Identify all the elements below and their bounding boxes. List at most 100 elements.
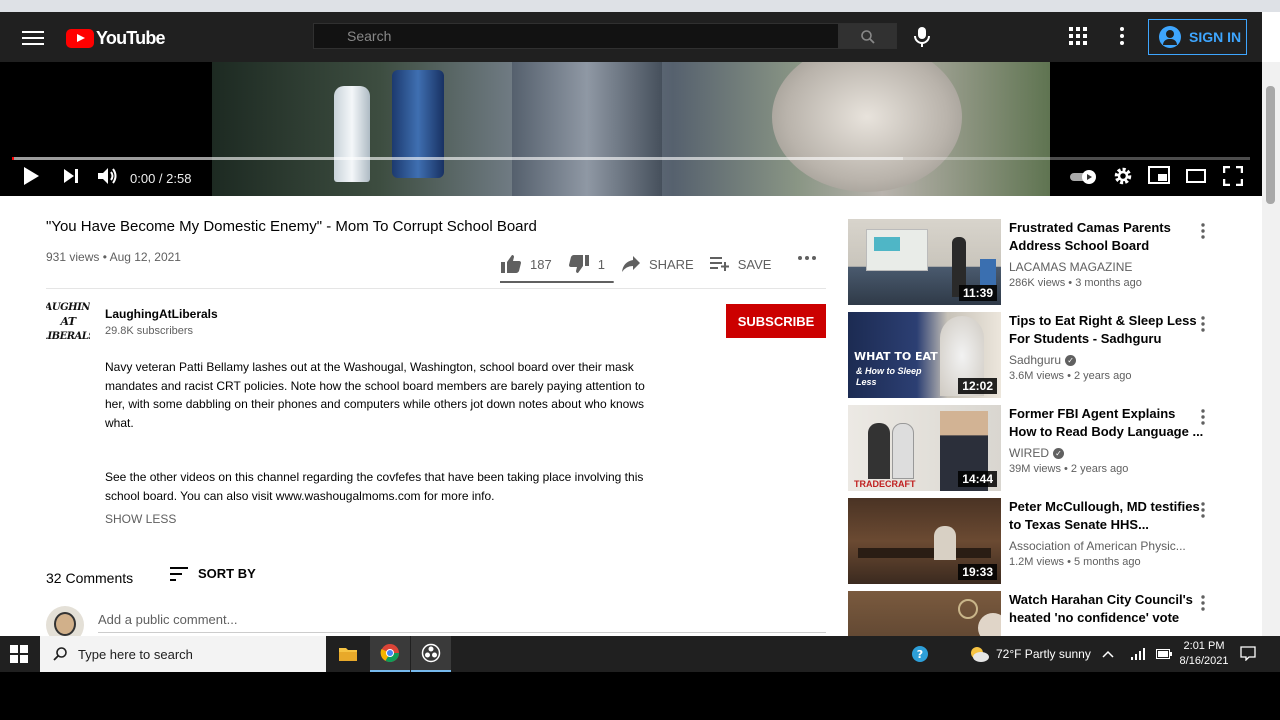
like-button[interactable]: 187: [500, 254, 552, 274]
guide-menu-icon[interactable]: [22, 27, 44, 45]
video-actions: 187 1 SHARE SAVE: [500, 246, 787, 282]
related-meta: 39M views • 2 years ago: [1009, 463, 1129, 475]
sort-by-button[interactable]: SORT BY: [170, 566, 256, 581]
related-channel: Association of American Physic...: [1009, 539, 1186, 553]
channel-avatar[interactable]: LAUGHING AT LIBERALS: [37, 297, 99, 343]
related-meta: 286K views • 3 months ago: [1009, 277, 1142, 289]
blue-bottle-image: [392, 70, 444, 178]
sign-in-label: SIGN IN: [1189, 29, 1242, 45]
dislike-button[interactable]: 1: [568, 254, 605, 274]
sort-icon: [170, 566, 188, 581]
weather-widget[interactable]: 72°F Partly sunny: [968, 636, 1091, 672]
youtube-play-icon: [66, 28, 94, 48]
save-label: SAVE: [737, 256, 772, 272]
related-channel-name: Sadhguru: [1009, 353, 1062, 367]
related-channel-name: WIRED: [1009, 446, 1049, 460]
related-title[interactable]: Former FBI Agent Explains How to Read Bo…: [1009, 405, 1205, 441]
search-icon: [861, 30, 875, 44]
youtube-logo[interactable]: YouTube: [66, 28, 166, 48]
comment-count: 32 Comments: [46, 570, 134, 586]
buffered-bar: [12, 157, 903, 160]
related-video[interactable]: WHAT TO EAT & How to Sleep Less 12:02 Ti…: [848, 312, 1228, 398]
related-channel-name: LACAMAS MAGAZINE: [1009, 260, 1133, 274]
more-actions-icon[interactable]: [797, 250, 817, 271]
settings-kebab-icon[interactable]: [1118, 26, 1126, 51]
share-button[interactable]: SHARE: [621, 255, 694, 273]
battery-icon[interactable]: [1156, 636, 1172, 672]
related-title[interactable]: Frustrated Camas Parents Address School …: [1009, 219, 1205, 255]
video-thumbnail[interactable]: 19:33: [848, 498, 1001, 584]
gear-icon[interactable]: [1113, 166, 1133, 191]
duration-badge: 12:02: [958, 378, 997, 394]
search-button[interactable]: [839, 23, 897, 49]
fullscreen-icon[interactable]: [1222, 165, 1244, 191]
divider: [46, 288, 826, 289]
play-icon[interactable]: [22, 166, 40, 191]
sort-by-label: SORT BY: [198, 566, 256, 581]
progress-bar[interactable]: [12, 157, 1250, 160]
subscribe-button[interactable]: SUBSCRIBE: [726, 304, 826, 338]
duration: 2:58: [166, 171, 192, 186]
next-icon[interactable]: [62, 166, 80, 191]
related-channel: WIRED ✓: [1009, 446, 1064, 460]
video-thumbnail[interactable]: 11:39: [848, 219, 1001, 305]
chrome-icon[interactable]: [370, 636, 410, 672]
svg-text:AT: AT: [59, 315, 76, 328]
related-menu-icon[interactable]: [1200, 316, 1206, 337]
miniplayer-icon[interactable]: [1148, 166, 1170, 189]
person-arm-image: [512, 62, 662, 196]
related-menu-icon[interactable]: [1200, 502, 1206, 523]
microphone-icon[interactable]: [912, 26, 932, 53]
browser-window: YouTube Search SIGN IN 0:00 / 2:58 "You …: [0, 0, 1280, 636]
search-input[interactable]: Search: [313, 23, 839, 49]
thumbs-down-icon: [568, 255, 589, 273]
add-comment-input[interactable]: Add a public comment...: [98, 612, 237, 627]
show-less-button[interactable]: SHOW LESS: [105, 512, 176, 526]
related-menu-icon[interactable]: [1200, 595, 1206, 616]
channel-name[interactable]: LaughingAtLiberals: [105, 307, 218, 321]
autoplay-toggle-icon[interactable]: [1070, 170, 1098, 189]
notification-icon[interactable]: [1240, 645, 1256, 666]
page-scrollbar[interactable]: [1262, 62, 1280, 636]
description-paragraph: Navy veteran Patti Bellamy lashes out at…: [105, 360, 645, 430]
help-icon[interactable]: ?: [900, 636, 940, 672]
related-video[interactable]: 11:39 Frustrated Camas Parents Address S…: [848, 219, 1228, 305]
related-menu-icon[interactable]: [1200, 409, 1206, 430]
windows-start-icon[interactable]: [10, 645, 28, 668]
scrollbar-thumb[interactable]: [1266, 86, 1275, 204]
related-title[interactable]: Tips to Eat Right & Sleep Less For Stude…: [1009, 312, 1205, 348]
related-video[interactable]: 19:33 Peter McCullough, MD testifies to …: [848, 498, 1228, 584]
save-button[interactable]: SAVE: [709, 256, 772, 272]
video-player[interactable]: 0:00 / 2:58: [0, 62, 1262, 196]
thumbnail-text: WHAT TO EAT: [854, 350, 938, 363]
system-clock[interactable]: 2:01 PM 8/16/2021: [1175, 639, 1233, 669]
commenter-avatar: [46, 606, 84, 636]
played-bar: [12, 157, 14, 160]
volume-icon[interactable]: [97, 166, 119, 191]
sign-in-button[interactable]: SIGN IN: [1148, 19, 1247, 55]
search-icon: [53, 647, 67, 661]
desktop-screen: YouTube Search SIGN IN 0:00 / 2:58 "You …: [0, 0, 1280, 720]
thumbnail-text: & How to Sleep Less: [856, 366, 922, 387]
video-thumbnail[interactable]: TRADECRAFT 14:44: [848, 405, 1001, 491]
like-ratio-bar: [500, 281, 614, 283]
network-icon[interactable]: [1130, 636, 1146, 672]
apps-grid-icon[interactable]: [1069, 27, 1087, 50]
video-thumbnail[interactable]: [848, 591, 1001, 636]
theater-mode-icon[interactable]: [1186, 169, 1206, 188]
tray-overflow-icon[interactable]: [1102, 636, 1114, 672]
related-video[interactable]: TRADECRAFT 14:44 Former FBI Agent Explai…: [848, 405, 1228, 491]
taskbar-search-input[interactable]: Type here to search: [40, 636, 326, 672]
related-title[interactable]: Peter McCullough, MD testifies to Texas …: [1009, 498, 1205, 534]
verified-icon: ✓: [1053, 447, 1064, 459]
description-paragraph: See the other videos on this channel reg…: [105, 470, 644, 503]
current-time: 0:00: [130, 171, 156, 186]
video-thumbnail[interactable]: WHAT TO EAT & How to Sleep Less 12:02: [848, 312, 1001, 398]
related-menu-icon[interactable]: [1200, 223, 1206, 244]
obs-icon[interactable]: [411, 636, 451, 672]
related-title[interactable]: Watch Harahan City Council's heated 'no …: [1009, 591, 1205, 627]
video-frame[interactable]: [212, 62, 1050, 196]
related-video[interactable]: Watch Harahan City Council's heated 'no …: [848, 591, 1228, 636]
clock-date: 8/16/2021: [1179, 655, 1229, 667]
file-explorer-icon[interactable]: [328, 636, 368, 672]
